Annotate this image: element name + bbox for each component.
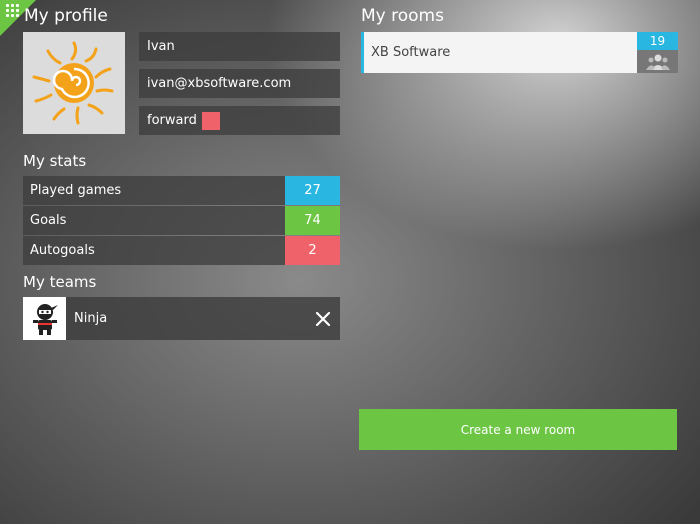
room-name: XB Software bbox=[371, 45, 451, 60]
teams-title: My teams bbox=[23, 273, 97, 291]
profile-title: My profile bbox=[24, 6, 108, 26]
stat-value: 2 bbox=[285, 236, 340, 265]
profile-email: ivan@xbsoftware.com bbox=[147, 76, 292, 91]
room-item-xb-software[interactable]: XB Software 19 bbox=[361, 32, 678, 73]
profile-position: forward bbox=[147, 113, 197, 128]
rooms-title: My rooms bbox=[361, 6, 444, 26]
stat-label: Autogoals bbox=[30, 243, 95, 258]
team-name: Ninja bbox=[74, 311, 108, 326]
ninja-avatar-icon bbox=[23, 297, 66, 340]
sun-avatar-icon bbox=[32, 41, 114, 125]
stats-title: My stats bbox=[23, 152, 87, 170]
room-badge: 19 bbox=[637, 32, 678, 73]
profile-avatar[interactable] bbox=[23, 32, 125, 134]
stat-value: 27 bbox=[285, 176, 340, 205]
stat-row-goals: Goals 74 bbox=[23, 206, 340, 235]
profile-name-field[interactable]: Ivan bbox=[139, 32, 340, 61]
stat-value: 74 bbox=[285, 206, 340, 235]
position-color-swatch bbox=[201, 111, 220, 130]
stat-label: Goals bbox=[30, 213, 67, 228]
stat-label: Played games bbox=[30, 183, 122, 198]
stat-row-played-games: Played games 27 bbox=[23, 176, 340, 205]
grid-menu-icon[interactable] bbox=[6, 4, 20, 18]
room-member-count: 19 bbox=[637, 32, 678, 50]
create-room-button[interactable]: Create a new room bbox=[359, 409, 677, 450]
users-icon bbox=[637, 50, 678, 73]
profile-name: Ivan bbox=[147, 39, 175, 54]
profile-position-field[interactable]: forward bbox=[139, 106, 340, 135]
profile-email-field[interactable]: ivan@xbsoftware.com bbox=[139, 69, 340, 98]
stat-row-autogoals: Autogoals 2 bbox=[23, 236, 340, 265]
team-item-ninja[interactable]: Ninja bbox=[23, 297, 340, 340]
close-icon[interactable] bbox=[306, 297, 340, 340]
